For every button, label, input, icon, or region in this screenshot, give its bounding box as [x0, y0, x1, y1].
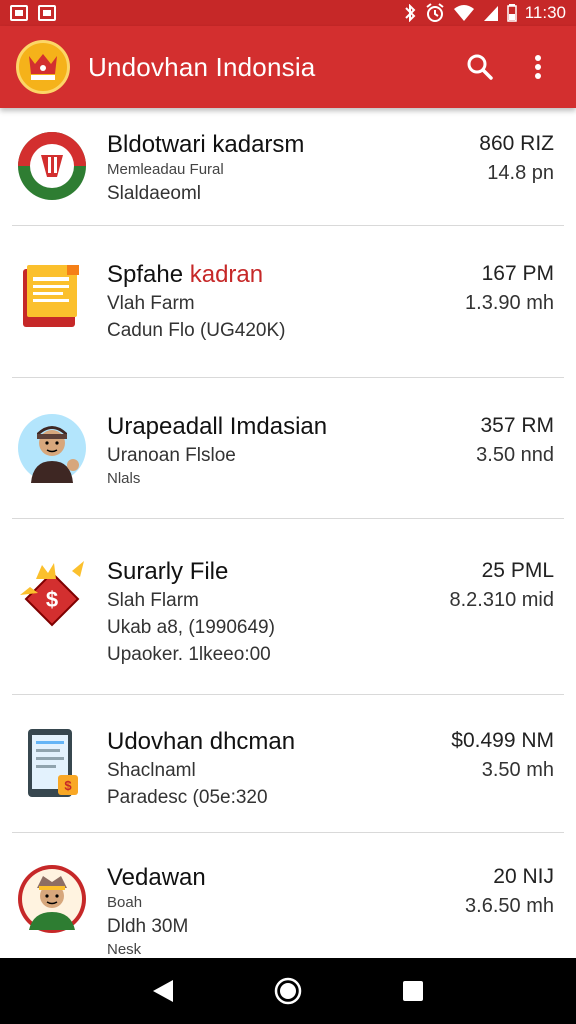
item-subtitle: Boah	[107, 894, 143, 911]
search-icon	[467, 54, 493, 80]
app-title: Undovhan Indonsia	[88, 51, 316, 82]
item-title: Udovhan dhcman	[107, 728, 296, 755]
item-detail: Nlals	[107, 470, 141, 487]
more-vert-icon	[535, 55, 541, 79]
home-circle-icon	[274, 977, 302, 1005]
item-title-prefix: Spfahe	[107, 261, 190, 288]
back-triangle-icon	[152, 980, 173, 1002]
navigation-bar	[0, 958, 576, 1024]
list-item[interactable]: Urapeadall Imdasian Uranoan Flsloe Nlals…	[0, 378, 576, 519]
app-bar: Undovhan Indonsia	[0, 26, 576, 108]
svg-text:$: $	[64, 778, 72, 793]
item-title: Vedawan	[107, 864, 206, 891]
item-extra: Nesk	[107, 941, 142, 958]
item-subtitle: Shaclnaml	[107, 760, 196, 781]
item-detail: Slaldaeoml	[107, 183, 201, 204]
svg-text:$: $	[46, 587, 58, 612]
item-subtitle: Vlah Farm	[107, 293, 195, 314]
item-time: 25 PML	[481, 559, 554, 582]
money-diamond-icon: $	[16, 557, 88, 629]
more-options-button[interactable]	[516, 45, 560, 89]
red-green-badge-icon	[16, 130, 88, 202]
message-icon	[38, 5, 56, 21]
item-subtitle: Slah Flarm	[107, 590, 199, 611]
item-duration: 3.50 mh	[481, 759, 554, 781]
search-button[interactable]	[458, 45, 502, 89]
item-detail: Ukab a8, (1990649)	[107, 617, 275, 638]
alarm-icon	[426, 3, 444, 22]
item-extra: Upaoker. 1lkeeo:00	[107, 644, 271, 665]
status-left-icons	[10, 5, 56, 21]
battery-icon	[506, 4, 517, 22]
item-title: Bldotwari kadarsm	[107, 131, 305, 158]
status-right-icons: 11:30	[403, 3, 566, 23]
item-title: Urapeadall Imdasian	[107, 413, 328, 440]
item-size: 20 NIJ	[493, 865, 554, 888]
tablet-document-icon: $	[16, 727, 88, 799]
person-avatar-icon	[16, 412, 88, 484]
list-item[interactable]: Bldotwari kadarsm Memleadau Fural Slalda…	[0, 108, 576, 226]
item-list: Bldotwari kadarsm Memleadau Fural Slalda…	[0, 108, 576, 958]
item-title: Spfahe kadran	[107, 260, 404, 290]
item-duration: 1.3.90 mh	[465, 292, 554, 314]
back-button[interactable]	[133, 961, 193, 1021]
item-size: 357 RM	[480, 414, 554, 437]
item-duration: 3.50 nnd	[476, 444, 554, 466]
item-title: Surarly File	[107, 558, 229, 585]
item-detail: Dldh 30M	[107, 916, 189, 937]
wifi-icon	[453, 5, 474, 21]
recents-button[interactable]	[383, 961, 443, 1021]
signal-icon	[483, 6, 498, 21]
item-size: 860 RIZ	[479, 132, 554, 155]
list-item[interactable]: $ Udovhan dhcman Shaclnaml Paradesc (05e…	[0, 695, 576, 833]
folder-document-icon	[16, 260, 88, 332]
item-duration: 8.2.310 mid	[449, 589, 554, 611]
list-item[interactable]: Vedawan Boah Dldh 30M Nesk 20 NIJ 3.6.50…	[0, 833, 576, 958]
item-subtitle: Memleadau Fural	[107, 161, 224, 178]
item-time: 167 PM	[481, 262, 554, 285]
status-bar: 11:30	[0, 0, 576, 26]
list-item[interactable]: Spfahe kadran Vlah Farm Cadun Flo (UG420…	[0, 226, 576, 378]
item-title-accent: kadran	[189, 261, 264, 288]
item-subtitle: Uranoan Flsloe	[107, 445, 236, 466]
home-button[interactable]	[258, 961, 318, 1021]
item-price: $0.499 NM	[451, 729, 554, 752]
recents-square-icon	[403, 981, 424, 1001]
warrior-avatar-icon	[16, 863, 88, 935]
list-item[interactable]: $ Surarly File Slah Flarm Ukab a8, (1990…	[0, 519, 576, 695]
item-detail: Paradesc (05e:320	[107, 787, 268, 808]
status-time: 11:30	[524, 3, 566, 22]
item-detail: Cadun Flo (UG420K)	[107, 320, 286, 341]
item-duration: 14.8 pn	[487, 162, 554, 184]
item-duration: 3.6.50 mh	[465, 895, 554, 917]
image-icon	[10, 5, 28, 21]
bluetooth-icon	[405, 4, 416, 22]
app-logo-icon[interactable]	[16, 40, 70, 94]
